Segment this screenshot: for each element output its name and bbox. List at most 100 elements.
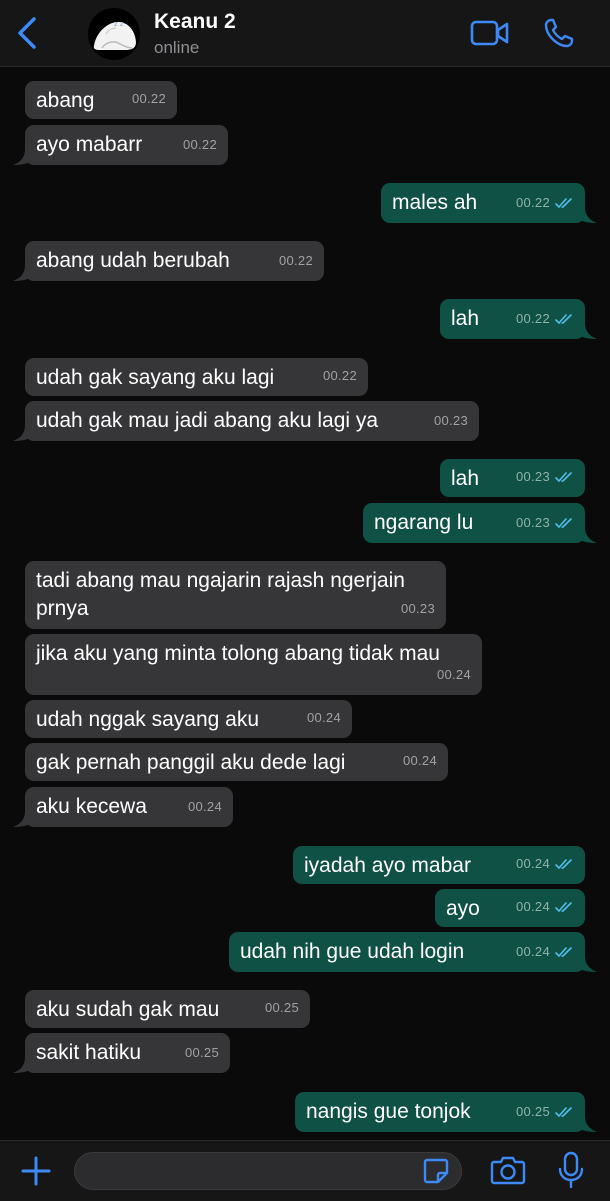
message-time: 00.23 xyxy=(515,469,550,484)
message-timestamp: 00.24 xyxy=(516,893,575,921)
outgoing-message[interactable]: lah 00.23 xyxy=(440,459,585,497)
outgoing-message[interactable]: males ah 00.22 xyxy=(381,183,597,223)
avatar-image: z z xyxy=(88,8,140,60)
incoming-message[interactable]: abang 00.22 xyxy=(25,81,177,119)
message-timestamp: 00.22 xyxy=(516,189,575,217)
incoming-message[interactable]: gak pernah panggil aku dede lagi 00.24 xyxy=(25,743,448,781)
message-text: aku sudah gak mau xyxy=(36,998,220,1021)
bubble-tail xyxy=(579,207,597,223)
message-time: 00.23 xyxy=(515,515,550,530)
incoming-message[interactable]: aku sudah gak mau 00.25 xyxy=(25,990,310,1028)
incoming-message[interactable]: ayo mabarr 00.22 xyxy=(13,125,228,165)
bubble-tail xyxy=(13,1057,31,1073)
message-timestamp: 00.22 xyxy=(183,131,217,159)
message-timestamp: 00.23 xyxy=(401,595,435,623)
message-timestamp: 00.25 xyxy=(516,1098,575,1126)
incoming-message[interactable]: sakit hatiku 00.25 xyxy=(13,1033,230,1073)
read-receipt-icon xyxy=(555,314,572,325)
message-time: 00.24 xyxy=(515,899,550,914)
read-receipt-icon xyxy=(555,472,572,483)
phone-icon[interactable] xyxy=(543,17,575,49)
contact-status: online xyxy=(154,38,200,57)
message-text: udah nggak sayang aku xyxy=(36,708,260,731)
bubble-tail xyxy=(579,527,597,543)
outgoing-message[interactable]: udah nih gue udah login 00.24 xyxy=(229,932,597,972)
message-timestamp: 00.24 xyxy=(516,938,575,966)
bubble-tail xyxy=(13,149,31,165)
message-text: abang udah berubah xyxy=(36,249,230,272)
message-timestamp: 00.25 xyxy=(265,994,299,1022)
message-time: 00.22 xyxy=(515,195,550,210)
video-camera-icon[interactable] xyxy=(470,18,510,48)
message-time: 00.24 xyxy=(436,667,471,682)
outgoing-message[interactable]: iyadah ayo mabar 00.24 xyxy=(293,846,585,884)
message-timestamp: 00.23 xyxy=(434,407,468,435)
camera-icon[interactable] xyxy=(490,1154,526,1186)
message-timestamp: 00.24 xyxy=(188,793,222,821)
incoming-message[interactable]: udah gak mau jadi abang aku lagi ya 00.23 xyxy=(13,401,479,441)
message-text: gak pernah panggil aku dede lagi xyxy=(36,751,346,774)
message-text: udah gak sayang aku lagi xyxy=(36,366,275,389)
message-time: 00.23 xyxy=(400,601,435,616)
chevron-left-icon[interactable] xyxy=(14,15,42,51)
message-timestamp: 00.25 xyxy=(185,1039,219,1067)
sticker-icon[interactable] xyxy=(423,1158,449,1184)
read-receipt-icon xyxy=(555,518,572,529)
message-input[interactable] xyxy=(74,1152,462,1190)
read-receipt-icon xyxy=(555,902,572,913)
message-time: 00.25 xyxy=(264,1000,299,1015)
message-timestamp: 00.24 xyxy=(307,704,341,732)
message-time: 00.22 xyxy=(515,311,550,326)
plus-icon[interactable] xyxy=(20,1155,52,1187)
message-time: 00.24 xyxy=(306,710,341,725)
message-timestamp: 00.23 xyxy=(516,509,575,537)
message-timestamp: 00.22 xyxy=(279,247,313,275)
read-receipt-icon xyxy=(555,859,572,870)
message-timestamp: 00.24 xyxy=(403,747,437,775)
message-text: jika aku yang minta tolong abang tidak m… xyxy=(36,642,440,665)
message-timestamp: 00.23 xyxy=(516,463,575,491)
bubble-tail xyxy=(13,425,31,441)
outgoing-message[interactable]: ayo 00.24 xyxy=(435,889,585,927)
incoming-message[interactable]: abang udah berubah 00.22 xyxy=(13,241,324,281)
avatar[interactable]: z z xyxy=(88,8,140,60)
message-timestamp: 00.22 xyxy=(323,362,357,390)
message-timestamp: 00.22 xyxy=(132,85,166,113)
message-timestamp: 00.24 xyxy=(516,850,575,878)
bubble-tail xyxy=(13,265,31,281)
bubble-tail xyxy=(13,811,31,827)
message-time: 00.24 xyxy=(515,944,550,959)
message-time: 00.22 xyxy=(131,91,166,106)
message-time: 00.24 xyxy=(402,753,437,768)
outgoing-message[interactable]: lah 00.22 xyxy=(440,299,597,339)
message-time: 00.24 xyxy=(515,856,550,871)
read-receipt-icon xyxy=(555,198,572,209)
chat-header: z z Keanu 2 online xyxy=(0,0,610,67)
message-timestamp: 00.22 xyxy=(516,305,575,333)
outgoing-message[interactable]: ngarang lu 00.23 xyxy=(363,503,597,543)
incoming-message[interactable]: aku kecewa 00.24 xyxy=(13,787,233,827)
message-time: 00.24 xyxy=(187,799,222,814)
message-time: 00.22 xyxy=(182,137,217,152)
microphone-icon[interactable] xyxy=(558,1151,584,1189)
message-time: 00.22 xyxy=(278,253,313,268)
message-timestamp: 00.24 xyxy=(437,661,471,689)
message-list[interactable]: abang 00.22 ayo mabarr 00.22 males ah 00.22 ab… xyxy=(0,67,610,1140)
message-time: 00.25 xyxy=(515,1104,550,1119)
incoming-message[interactable]: udah gak sayang aku lagi 00.22 xyxy=(25,358,368,396)
read-receipt-icon xyxy=(555,947,572,958)
bubble-tail xyxy=(579,956,597,972)
contact-name[interactable]: Keanu 2 xyxy=(154,10,236,34)
bubble-tail xyxy=(579,323,597,339)
incoming-message[interactable]: udah nggak sayang aku 00.24 xyxy=(25,700,352,738)
message-text: udah gak mau jadi abang aku lagi ya xyxy=(36,409,379,432)
bubble-tail xyxy=(579,1116,597,1132)
incoming-message[interactable]: tadi abang mau ngajarin rajash ngerjain … xyxy=(25,561,446,629)
message-time: 00.23 xyxy=(433,413,468,428)
outgoing-message[interactable]: nangis gue tonjok 00.25 xyxy=(295,1092,597,1132)
message-time: 00.25 xyxy=(184,1045,219,1060)
message-text: tadi abang mau ngajarin rajash ngerjain … xyxy=(36,569,411,620)
read-receipt-icon xyxy=(555,1107,572,1118)
incoming-message[interactable]: jika aku yang minta tolong abang tidak m… xyxy=(25,634,482,695)
message-time: 00.22 xyxy=(322,368,357,383)
